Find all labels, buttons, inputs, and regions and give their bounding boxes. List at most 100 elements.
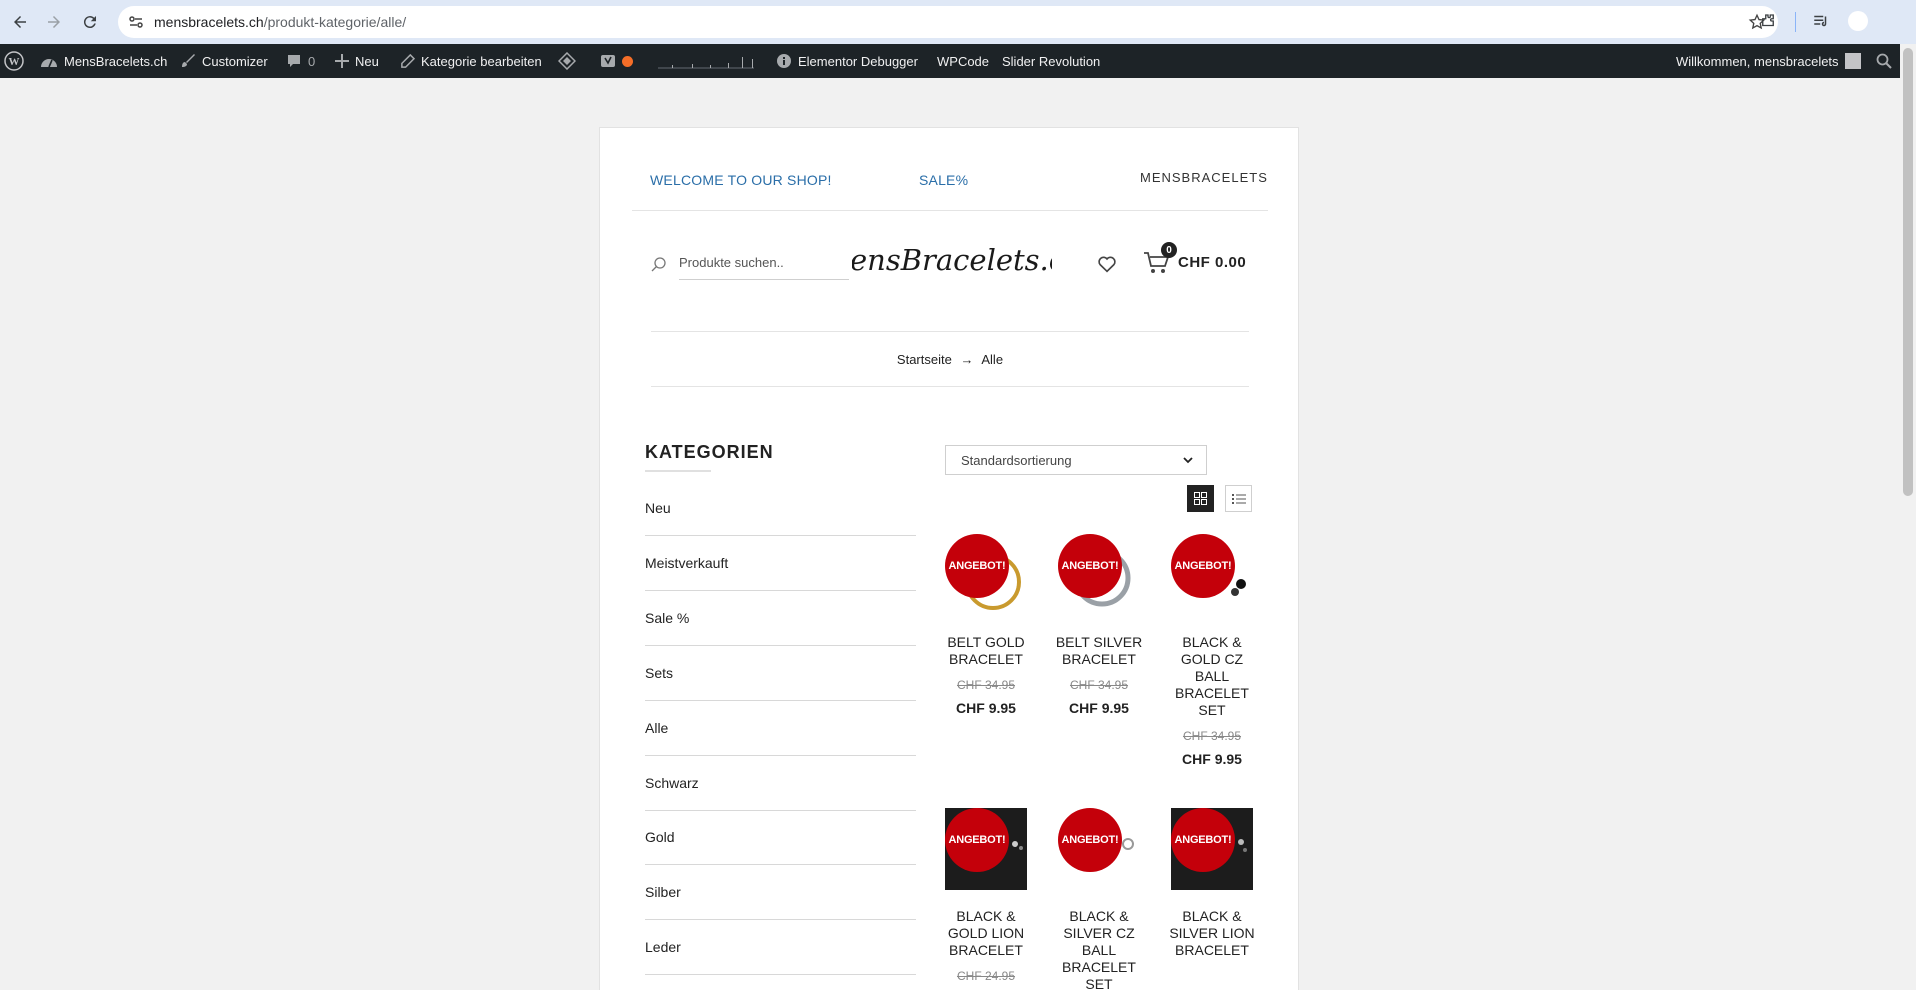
product-old-price: CHF 34.95: [956, 678, 1016, 692]
category-sale[interactable]: Sale %: [645, 591, 916, 646]
adminbar-wpcode-link[interactable]: WPCode: [937, 44, 989, 78]
wishlist-heart-icon[interactable]: [1096, 253, 1118, 275]
toolbar-divider: [1795, 12, 1796, 32]
back-button[interactable]: [8, 10, 32, 34]
product-image[interactable]: ANGEBOT!: [945, 808, 1027, 890]
category-alle[interactable]: Alle: [645, 701, 916, 756]
product-search-input[interactable]: [679, 246, 849, 280]
adminbar-diamond-button[interactable]: [558, 44, 576, 78]
browser-toolbar: mensbracelets.ch/produkt-kategorie/alle/: [0, 0, 1916, 44]
adminbar-edit-category-link[interactable]: Kategorie bearbeiten: [400, 44, 542, 78]
header-divider: [632, 210, 1268, 211]
category-schwarz[interactable]: Schwarz: [645, 756, 916, 811]
product-title[interactable]: Belt Gold Bracelet: [936, 634, 1036, 668]
profile-avatar[interactable]: [1848, 11, 1868, 31]
sort-select[interactable]: Standardsortierung: [945, 445, 1207, 475]
sale-badge: ANGEBOT!: [1171, 534, 1235, 598]
page-scrollbar[interactable]: [1900, 44, 1916, 990]
forward-button[interactable]: [42, 10, 66, 34]
adminbar-comments-link[interactable]: 0: [286, 44, 315, 78]
product-card[interactable]: ANGEBOT! Belt Gold Bracelet CHF 34.95 CH…: [936, 534, 1036, 716]
category-neu[interactable]: Neu: [645, 481, 916, 536]
address-bar[interactable]: mensbracelets.ch/produkt-kategorie/alle/: [118, 6, 1778, 38]
reload-icon: [83, 16, 96, 29]
diamond-icon: [558, 52, 576, 70]
wordpress-icon: W: [4, 51, 24, 71]
yoast-icon: [601, 55, 615, 67]
adminbar-new-link[interactable]: Neu: [335, 44, 379, 78]
scrollbar-thumb[interactable]: [1903, 48, 1913, 496]
product-card[interactable]: ANGEBOT! Black & Gold CZ Ball Bracelet S…: [1162, 534, 1262, 767]
product-image[interactable]: ANGEBOT!: [1171, 534, 1253, 616]
url-text: mensbracelets.ch/produkt-kategorie/alle/: [154, 14, 407, 30]
arrow-left-icon: [14, 16, 26, 28]
categories-title: KATEGORIEN: [645, 442, 774, 462]
product-price: CHF 9.95: [956, 700, 1016, 716]
product-card[interactable]: ANGEBOT! Belt Silver Bracelet CHF 34.95 …: [1049, 534, 1149, 716]
adminbar-customizer-link[interactable]: Customizer: [180, 44, 268, 78]
product-image[interactable]: ANGEBOT!: [1058, 534, 1140, 616]
product-card[interactable]: ANGEBOT! Black & Gold Lion Bracelet CHF …: [936, 808, 1036, 983]
adminbar-search-button[interactable]: [1876, 44, 1892, 78]
media-controls-button[interactable]: [1810, 10, 1832, 32]
list-icon: [1231, 493, 1246, 504]
product-card[interactable]: ANGEBOT! Black & Silver Lion Bracelet: [1162, 808, 1262, 959]
sort-select-value: Standardsortierung: [961, 452, 1072, 468]
adminbar-slider-revolution-link[interactable]: Slider Revolution: [1002, 44, 1100, 78]
product-old-price: CHF 34.95: [1182, 729, 1242, 743]
shop-page: WELCOME TO OUR SHOP! SALE% MENSBRACELETS…: [599, 127, 1299, 990]
grid-icon: [1194, 492, 1207, 505]
cart-total[interactable]: CHF 0.00: [1178, 254, 1246, 271]
sale-badge: ANGEBOT!: [1171, 808, 1235, 872]
breadcrumb-home[interactable]: Startseite: [897, 352, 952, 367]
category-silber[interactable]: Silber: [645, 865, 916, 920]
reload-button[interactable]: [78, 10, 102, 34]
adminbar-seo-button[interactable]: [600, 44, 633, 78]
list-view-button[interactable]: [1225, 485, 1252, 512]
breadcrumb: Startseite → Alle: [600, 352, 1300, 367]
sale-badge: ANGEBOT!: [1058, 808, 1122, 872]
breadcrumb-bottom-divider: [651, 386, 1249, 387]
extensions-button[interactable]: [1757, 10, 1779, 32]
breadcrumb-separator: →: [960, 352, 974, 367]
sale-badge: ANGEBOT!: [945, 808, 1009, 872]
search-icon: [1876, 53, 1892, 69]
wordpress-logo-button[interactable]: W: [4, 44, 24, 78]
sale-link[interactable]: SALE%: [919, 172, 968, 188]
product-price: CHF 9.95: [1182, 751, 1242, 767]
adminbar-account-menu[interactable]: Willkommen, mensbracelets: [1676, 44, 1861, 78]
product-title[interactable]: Belt Silver Bracelet: [1049, 634, 1149, 668]
product-title[interactable]: Black & Gold Lion Bracelet: [936, 908, 1036, 959]
category-leder[interactable]: Leder: [645, 920, 916, 975]
product-image[interactable]: ANGEBOT!: [945, 534, 1027, 616]
search-icon: [651, 257, 666, 272]
avatar: [1844, 53, 1861, 69]
wp-admin-bar: W MensBracelets.ch Customizer 0 Neu Kate…: [0, 44, 1900, 78]
plus-icon: [335, 54, 349, 68]
paintbrush-icon: [182, 54, 195, 67]
product-card[interactable]: ANGEBOT! Black & Silver CZ Ball Bracelet…: [1049, 808, 1149, 990]
adminbar-stats-sparkline[interactable]: [658, 44, 754, 78]
breadcrumb-current: Alle: [981, 352, 1004, 367]
info-icon: [777, 54, 791, 68]
product-image[interactable]: ANGEBOT!: [1058, 808, 1140, 890]
seo-status-dot: [622, 55, 633, 67]
category-meistverkauft[interactable]: Meistverkauft: [645, 536, 916, 591]
arrow-right-icon: [48, 16, 60, 28]
category-gold[interactable]: Gold: [645, 810, 916, 865]
product-image[interactable]: ANGEBOT!: [1171, 808, 1253, 890]
dashboard-gauge-icon: [41, 59, 57, 68]
category-sets[interactable]: Sets: [645, 646, 916, 701]
site-logo[interactable]: MensBracelets.ch: [852, 234, 1052, 290]
product-title[interactable]: Black & Gold CZ Ball Bracelet Set: [1162, 634, 1262, 719]
grid-view-button[interactable]: [1187, 485, 1214, 512]
product-title[interactable]: Black & Silver CZ Ball Bracelet Set: [1049, 908, 1149, 990]
adminbar-elementor-debugger[interactable]: Elementor Debugger: [776, 44, 918, 78]
welcome-link[interactable]: WELCOME TO OUR SHOP!: [650, 172, 832, 188]
product-price: CHF 9.95: [1069, 700, 1129, 716]
chevron-down-icon: [1183, 457, 1193, 464]
site-settings-icon: [129, 16, 143, 28]
adminbar-site-link[interactable]: MensBracelets.ch: [40, 44, 167, 78]
svg-text:MensBracelets.ch: MensBracelets.ch: [852, 243, 1052, 277]
product-title[interactable]: Black & Silver Lion Bracelet: [1162, 908, 1262, 959]
